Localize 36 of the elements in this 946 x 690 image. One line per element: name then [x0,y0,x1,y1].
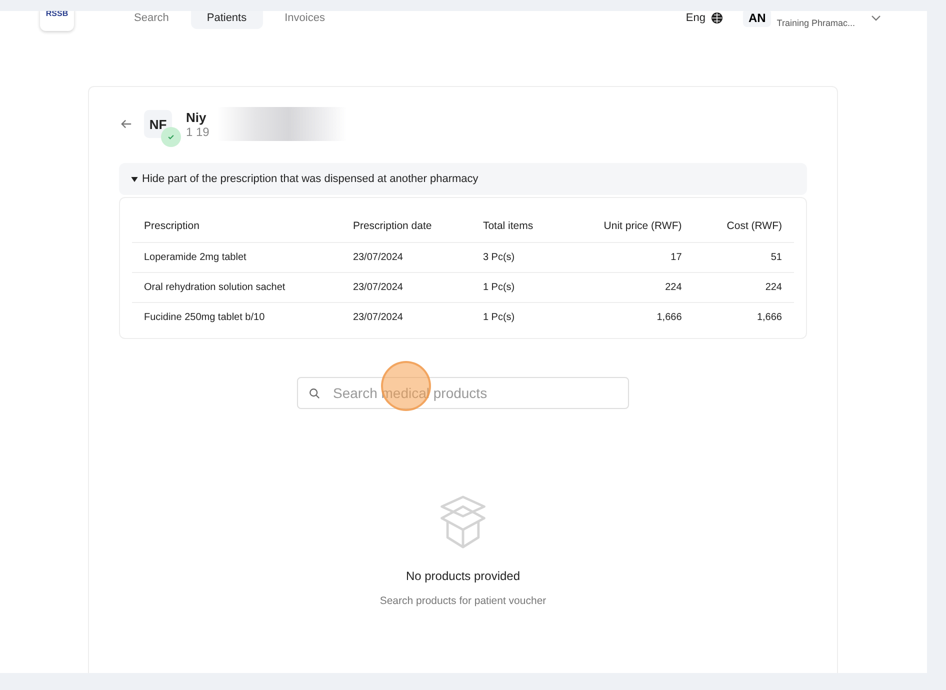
nav-tab[interactable]: Invoices [268,11,341,28]
table-cell: 1,666 [564,302,694,332]
back-arrow-icon[interactable] [121,119,132,129]
collapse-toggle[interactable]: Hide part of the prescription that was dispensed at another pharmacy [119,163,807,195]
table-cell: 224 [564,272,694,302]
table-cell: Fucidine 250mg tablet b/10 [132,302,341,332]
language-selector[interactable]: Eng [686,12,706,24]
table-cell: 23/07/2024 [340,302,471,332]
table-cell: 23/07/2024 [340,272,471,302]
column-header: Prescription date [340,214,471,242]
pharmacy-name: Training Phramac... [776,18,855,28]
table-cell: 3 Pc(s) [470,242,565,272]
caret-down-icon [131,176,138,182]
search-icon [309,388,320,399]
table-cell: 17 [564,242,694,272]
collapse-label: Hide part of the prescription that was dispensed at another pharmacy [142,173,478,185]
column-header: Cost (RWF) [694,214,794,242]
patient-id: 1 19 [186,124,210,138]
user-avatar[interactable]: AN [743,11,771,27]
column-header: Prescription [132,214,341,242]
table-cell: 1,666 [694,302,794,332]
column-header: Total items [470,214,565,242]
empty-title: No products provided [406,569,520,583]
column-header: Unit price (RWF) [564,214,694,242]
table-cell: 23/07/2024 [340,242,471,272]
patient-name: Niy [186,110,208,124]
chevron-down-icon[interactable] [871,15,881,21]
table-cell: 224 [694,272,794,302]
table-cell: 1 Pc(s) [470,302,565,332]
nav-tab[interactable]: Patients [190,11,263,28]
table-cell: Oral rehydration solution sachet [132,272,341,302]
table-cell: 51 [694,242,794,272]
nav-tab[interactable]: Search [118,11,185,28]
table-cell: 1 Pc(s) [470,272,565,302]
table-cell: Loperamide 2mg tablet [132,242,341,272]
empty-subtitle: Search products for patient voucher [380,595,546,607]
